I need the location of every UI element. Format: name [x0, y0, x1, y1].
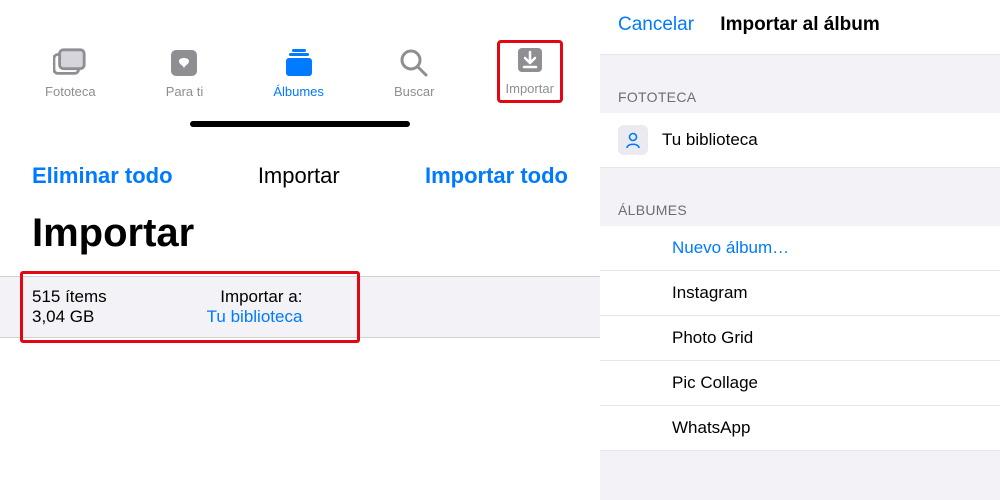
left-panel: Fototeca Para ti Álbumes Buscar Importar — [0, 0, 600, 500]
album-row-photogrid[interactable]: Photo Grid — [600, 316, 1000, 361]
photos-icon — [53, 48, 87, 78]
toolbar-actions: Eliminar todo Importar Importar todo — [0, 145, 600, 197]
tab-fototeca[interactable]: Fototeca — [37, 44, 104, 103]
tab-importar[interactable]: Importar — [497, 40, 563, 103]
library-row[interactable]: Tu biblioteca — [600, 113, 1000, 168]
tab-label: Importar — [506, 81, 554, 96]
drag-handle[interactable] — [190, 121, 410, 127]
right-panel: Cancelar Importar al álbum FOTOTECA Tu b… — [600, 0, 1000, 500]
tab-label: Fototeca — [45, 84, 96, 99]
album-row-instagram[interactable]: Instagram — [600, 271, 1000, 316]
page-title: Importar — [0, 197, 600, 276]
tab-label: Álbumes — [273, 84, 324, 99]
tab-bar: Fototeca Para ti Álbumes Buscar Importar — [0, 0, 600, 113]
new-album-label: Nuevo álbum… — [672, 238, 789, 258]
album-label: WhatsApp — [672, 418, 750, 438]
for-you-icon — [167, 48, 201, 78]
album-label: Instagram — [672, 283, 748, 303]
import-to-value[interactable]: Tu biblioteca — [207, 307, 303, 327]
items-size: 3,04 GB — [32, 307, 107, 327]
items-count: 515 ítems — [32, 287, 107, 307]
person-icon — [618, 125, 648, 155]
library-label: Tu biblioteca — [662, 130, 758, 150]
album-row-piccollage[interactable]: Pic Collage — [600, 361, 1000, 406]
tab-label: Para ti — [166, 84, 204, 99]
albums-icon — [282, 48, 316, 78]
tab-albumes[interactable]: Álbumes — [265, 44, 332, 103]
import-to-label: Importar a: — [207, 287, 303, 307]
album-label: Pic Collage — [672, 373, 758, 393]
album-label: Photo Grid — [672, 328, 753, 348]
toolbar-title: Importar — [258, 163, 340, 189]
tab-parati[interactable]: Para ti — [158, 44, 212, 103]
import-all-button[interactable]: Importar todo — [425, 163, 568, 189]
section-albumes-header: ÁLBUMES — [600, 168, 1000, 226]
modal-header: Cancelar Importar al álbum — [600, 0, 1000, 55]
new-album-row[interactable]: Nuevo álbum… — [600, 226, 1000, 271]
tab-buscar[interactable]: Buscar — [386, 44, 442, 103]
section-fototeca-header: FOTOTECA — [600, 55, 1000, 113]
delete-all-button[interactable]: Eliminar todo — [32, 163, 173, 189]
import-info-row[interactable]: 515 ítems 3,04 GB Importar a: Tu bibliot… — [0, 276, 600, 338]
cancel-button[interactable]: Cancelar — [618, 14, 694, 36]
modal-title: Importar al álbum — [720, 14, 879, 36]
tab-label: Buscar — [394, 84, 434, 99]
import-icon — [513, 45, 547, 75]
search-icon — [397, 48, 431, 78]
album-row-whatsapp[interactable]: WhatsApp — [600, 406, 1000, 451]
